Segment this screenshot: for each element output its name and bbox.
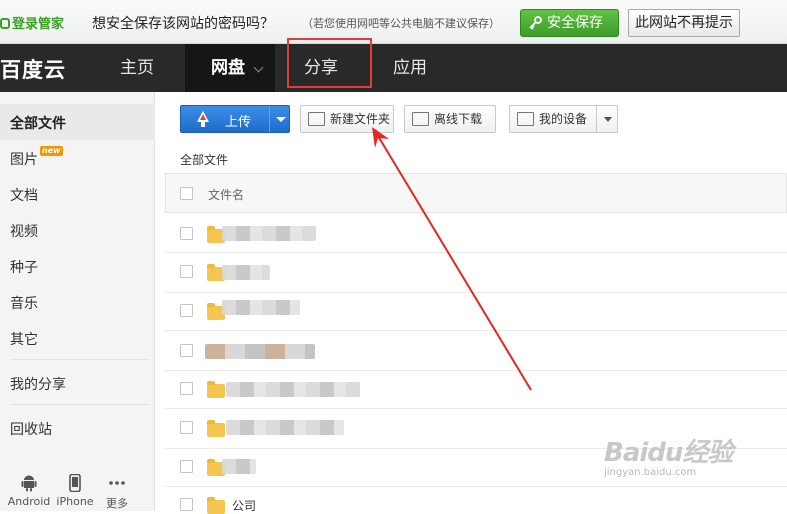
baidu-jingyan-watermark: Baidu经验 jingyan.baidu.com bbox=[604, 432, 733, 478]
watermark-brand: Baidu经验 bbox=[604, 438, 733, 468]
